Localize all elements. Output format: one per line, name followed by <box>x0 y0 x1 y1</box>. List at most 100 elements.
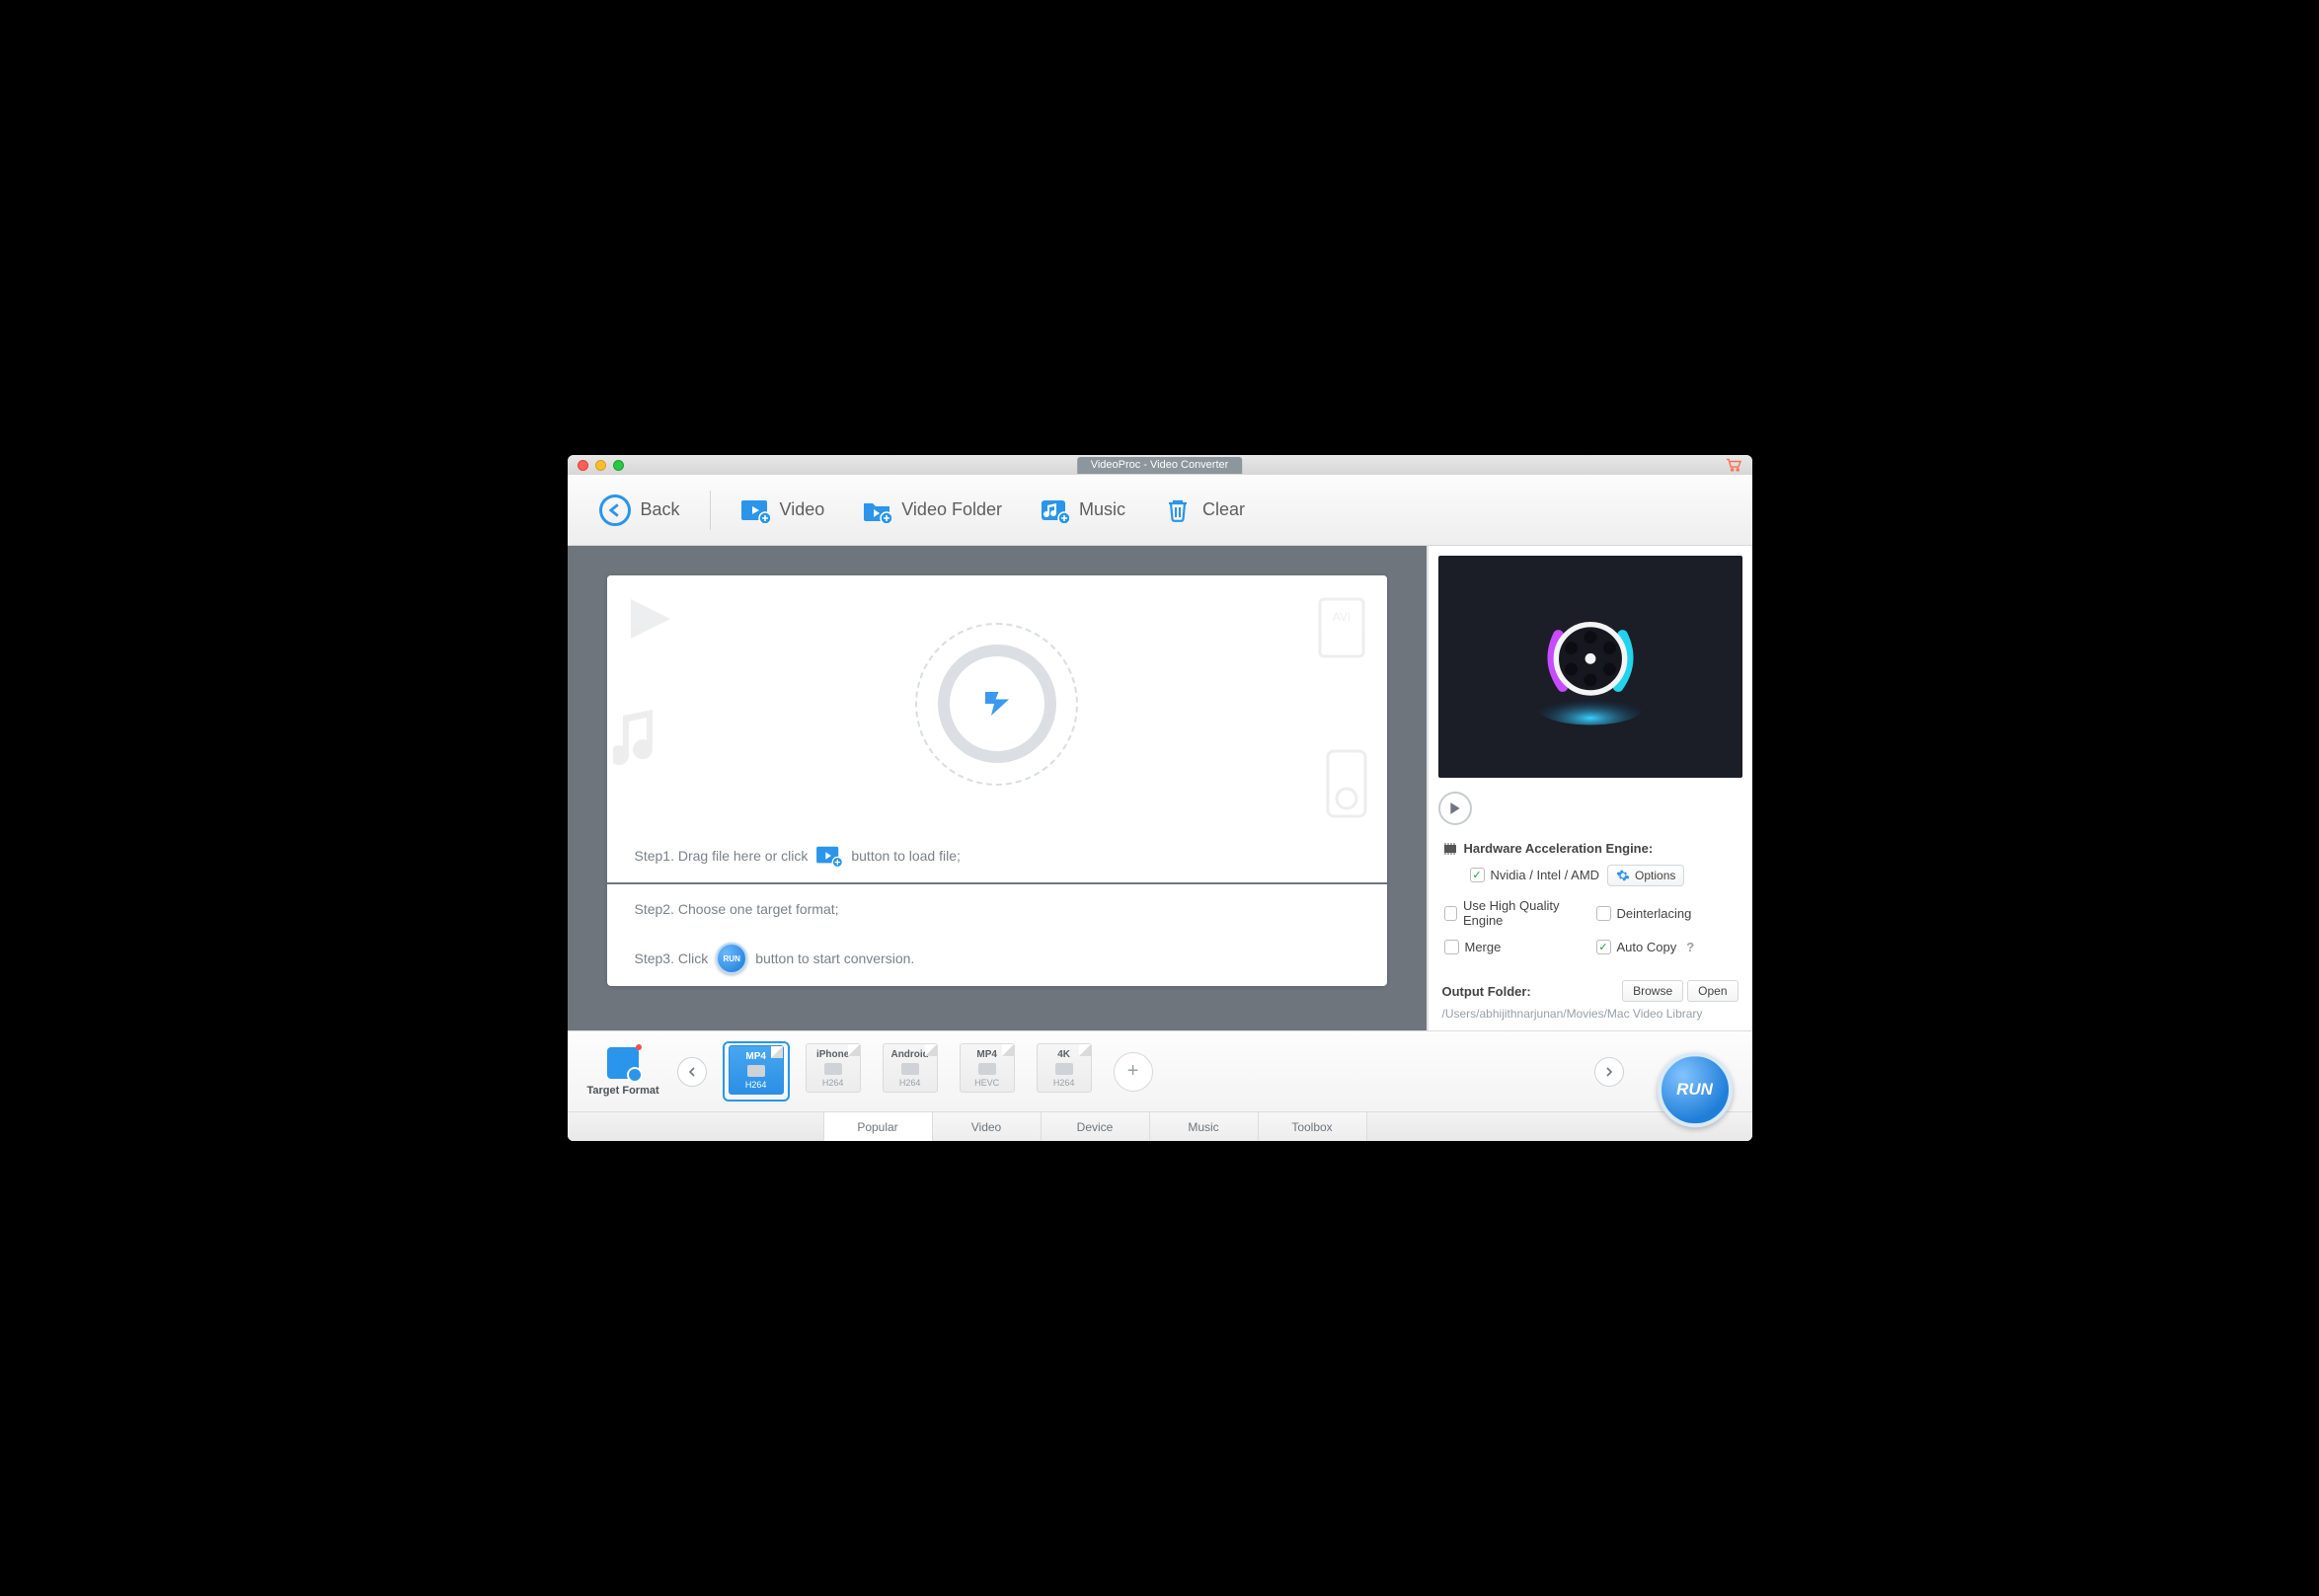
step3-text-b: button to start conversion. <box>755 950 914 966</box>
bg-play-icon <box>623 591 682 641</box>
tab-popular[interactable]: Popular <box>824 1112 933 1141</box>
chevron-left-icon <box>688 1067 696 1077</box>
format-thumb: MP4H264 <box>729 1045 784 1095</box>
minimize-icon[interactable] <box>595 460 606 471</box>
clear-label: Clear <box>1202 499 1245 520</box>
checkbox-checked-icon: ✓ <box>1596 940 1611 954</box>
preview-controls <box>1429 788 1752 835</box>
inline-run-icon: RUN <box>716 943 747 974</box>
checkbox-checked-icon: ✓ <box>1470 868 1485 882</box>
app-logo-icon <box>1526 603 1655 731</box>
open-button[interactable]: Open <box>1687 980 1738 1002</box>
target-format-label: Target Format <box>587 1085 659 1097</box>
add-format-button[interactable]: + <box>1114 1052 1153 1092</box>
tab-music[interactable]: Music <box>1150 1112 1259 1141</box>
upload-arrow-icon <box>979 686 1015 722</box>
drop-ring <box>938 645 1056 763</box>
add-video-button[interactable]: Video <box>727 475 839 546</box>
deinterlacing-label: Deinterlacing <box>1617 906 1692 921</box>
drop-card: AVI Step1. Drag file here or click butto… <box>607 575 1387 986</box>
deinterlacing-checkbox[interactable]: Deinterlacing <box>1596 894 1739 932</box>
step3-text-a: Step3. Click <box>635 950 709 966</box>
format-thumb: MP4HEVC <box>960 1043 1015 1093</box>
browse-button[interactable]: Browse <box>1622 980 1683 1002</box>
music-icon <box>1040 497 1069 523</box>
target-format-button[interactable]: Target Format <box>587 1047 659 1097</box>
back-arrow-icon <box>599 494 631 526</box>
back-button[interactable]: Back <box>585 475 694 546</box>
video-label: Video <box>780 499 825 520</box>
tab-video[interactable]: Video <box>933 1112 1042 1141</box>
step1-text-b: button to load file; <box>851 848 961 864</box>
play-button[interactable] <box>1438 792 1472 825</box>
hwaccel-header: Hardware Acceleration Engine: <box>1442 841 1739 856</box>
video-icon <box>740 497 770 523</box>
format-thumb: 4KH264 <box>1037 1043 1092 1093</box>
tab-toolbox[interactable]: Toolbox <box>1259 1112 1367 1141</box>
format-item-android-h264[interactable]: AndroidH264 <box>879 1043 942 1096</box>
close-icon[interactable] <box>578 460 588 471</box>
nvidia-checkbox-row[interactable]: ✓ Nvidia / Intel / AMD <box>1470 864 1600 886</box>
traffic-lights <box>568 460 624 471</box>
high-quality-checkbox[interactable]: Use High Quality Engine <box>1444 894 1586 932</box>
merge-checkbox[interactable]: Merge <box>1444 936 1586 958</box>
hwaccel-panel: Hardware Acceleration Engine: ✓ Nvidia /… <box>1429 835 1752 970</box>
options-button[interactable]: Options <box>1607 865 1684 886</box>
music-label: Music <box>1079 499 1125 520</box>
run-button[interactable]: RUN <box>1658 1052 1733 1127</box>
format-item-mp4-hevc[interactable]: MP4HEVC <box>956 1043 1019 1096</box>
format-item-4k-h264[interactable]: 4KH264 <box>1033 1043 1096 1096</box>
step-divider <box>607 882 1387 884</box>
folder-icon <box>862 497 891 523</box>
add-music-button[interactable]: Music <box>1026 475 1139 546</box>
output-folder-panel: Output Folder: Browse Open /Users/abhiji… <box>1429 970 1752 1030</box>
drop-dashed-ring <box>915 623 1078 786</box>
checkbox-icon <box>1444 906 1457 921</box>
zoom-icon[interactable] <box>613 460 624 471</box>
format-tabs: PopularVideoDeviceMusicToolbox <box>568 1111 1752 1141</box>
add-video-folder-button[interactable]: Video Folder <box>848 475 1016 546</box>
merge-label: Merge <box>1465 940 1502 954</box>
high-quality-label: Use High Quality Engine <box>1463 898 1586 928</box>
tab-device[interactable]: Device <box>1042 1112 1150 1141</box>
plus-icon: + <box>1127 1060 1139 1083</box>
content-area: AVI Step1. Drag file here or click butto… <box>568 546 1752 1030</box>
step-3: Step3. Click RUN button to start convers… <box>607 931 1387 986</box>
inline-video-icon <box>815 844 843 868</box>
chip-icon <box>1442 843 1458 855</box>
gear-icon <box>1616 869 1630 882</box>
output-path: /Users/abhijithnarjunan/Movies/Mac Video… <box>1442 1007 1739 1021</box>
step-2: Step2. Choose one target format; <box>607 887 1387 931</box>
clear-button[interactable]: Clear <box>1149 475 1259 546</box>
back-label: Back <box>641 499 680 520</box>
format-prev-button[interactable] <box>677 1057 707 1087</box>
hwaccel-title: Hardware Acceleration Engine: <box>1464 841 1654 856</box>
svg-text:AVI: AVI <box>1332 610 1350 624</box>
step1-text-a: Step1. Drag file here or click <box>635 848 809 864</box>
help-icon[interactable]: ? <box>1686 940 1694 954</box>
bottom-bar: Target Format MP4H264 iPhoneH264 AndroidH2… <box>568 1030 1752 1141</box>
format-next-button[interactable] <box>1594 1057 1624 1087</box>
output-folder-label: Output Folder: <box>1442 984 1531 999</box>
preview-pane <box>1438 556 1742 778</box>
side-panel: Hardware Acceleration Engine: ✓ Nvidia /… <box>1427 546 1752 1030</box>
format-item-iphone-h264[interactable]: iPhoneH264 <box>802 1043 865 1096</box>
separator <box>710 491 711 530</box>
app-window: VideoProc - Video Converter Back Video V… <box>568 455 1752 1141</box>
window-title: VideoProc - Video Converter <box>1077 457 1243 474</box>
format-thumb: AndroidH264 <box>883 1043 938 1093</box>
step-1: Step1. Drag file here or click button to… <box>607 832 1387 879</box>
format-thumb: iPhoneH264 <box>806 1043 861 1093</box>
nvidia-label: Nvidia / Intel / AMD <box>1491 868 1600 882</box>
video-folder-label: Video Folder <box>901 499 1002 520</box>
format-row: Target Format MP4H264 iPhoneH264 AndroidH2… <box>568 1031 1752 1111</box>
play-icon <box>1449 801 1461 815</box>
auto-copy-checkbox[interactable]: ✓ Auto Copy ? <box>1596 936 1739 958</box>
format-list: MP4H264 iPhoneH264 AndroidH264 MP4HEVC 4KH26… <box>725 1043 1096 1100</box>
step2-text: Step2. Choose one target format; <box>635 901 839 917</box>
cart-icon[interactable] <box>1725 458 1742 472</box>
titlebar: VideoProc - Video Converter <box>568 455 1752 475</box>
drop-target[interactable]: AVI <box>607 575 1387 832</box>
drop-zone-area: AVI Step1. Drag file here or click butto… <box>568 546 1427 1030</box>
format-item-mp4-h264[interactable]: MP4H264 <box>725 1043 788 1100</box>
